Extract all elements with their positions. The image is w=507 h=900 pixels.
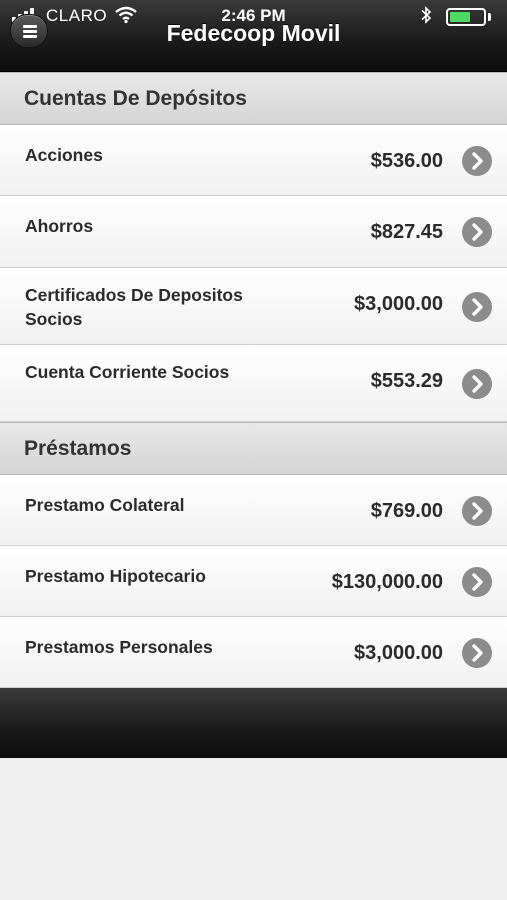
chevron-right-circle-icon[interactable]	[462, 217, 492, 247]
account-label: Acciones	[25, 145, 103, 165]
chevron-right-circle-icon[interactable]	[462, 567, 492, 597]
account-amount: $3,000.00	[354, 293, 443, 315]
account-label: Certificados De Depositos Socios	[25, 285, 243, 329]
chevron-right-circle-icon[interactable]	[462, 292, 492, 322]
loan-label: Prestamo Hipotecario	[25, 566, 206, 586]
loan-row[interactable]: Prestamo Colateral $769.00	[0, 475, 507, 546]
chevron-right-circle-icon[interactable]	[462, 369, 492, 399]
account-label: Ahorros	[25, 216, 94, 236]
chevron-right-circle-icon[interactable]	[462, 496, 492, 526]
account-row[interactable]: Ahorros $827.45	[0, 196, 507, 268]
loan-label: Prestamo Colateral	[25, 495, 185, 515]
chevron-right-circle-icon[interactable]	[462, 146, 492, 176]
footer-bar	[0, 688, 507, 758]
loan-label: Prestamos Personales	[25, 637, 213, 657]
account-amount: $827.45	[370, 221, 443, 243]
account-amount: $536.00	[370, 150, 443, 172]
app-header: CLARO 2:46 PM Fedecoop Movil	[0, 0, 507, 72]
section-header-prestamos: Préstamos	[0, 422, 507, 475]
loan-amount: $769.00	[370, 500, 443, 522]
section-header-cuentas: Cuentas De Depósitos	[0, 72, 507, 125]
loan-amount: $3,000.00	[354, 642, 443, 664]
account-amount: $553.29	[370, 370, 443, 392]
loan-row[interactable]: Prestamo Hipotecario $130,000.00	[0, 546, 507, 617]
account-row[interactable]: Cuenta Corriente Socios $553.29	[0, 345, 507, 422]
loan-row[interactable]: Prestamos Personales $3,000.00	[0, 617, 507, 688]
account-label: Cuenta Corriente Socios	[25, 362, 230, 382]
page-title: Fedecoop Movil	[166, 20, 341, 46]
loan-amount: $130,000.00	[331, 571, 443, 593]
account-row[interactable]: Acciones $536.00	[0, 125, 507, 196]
account-row[interactable]: Certificados De Depositos Socios $3,000.…	[0, 268, 507, 345]
chevron-right-circle-icon[interactable]	[462, 638, 492, 668]
